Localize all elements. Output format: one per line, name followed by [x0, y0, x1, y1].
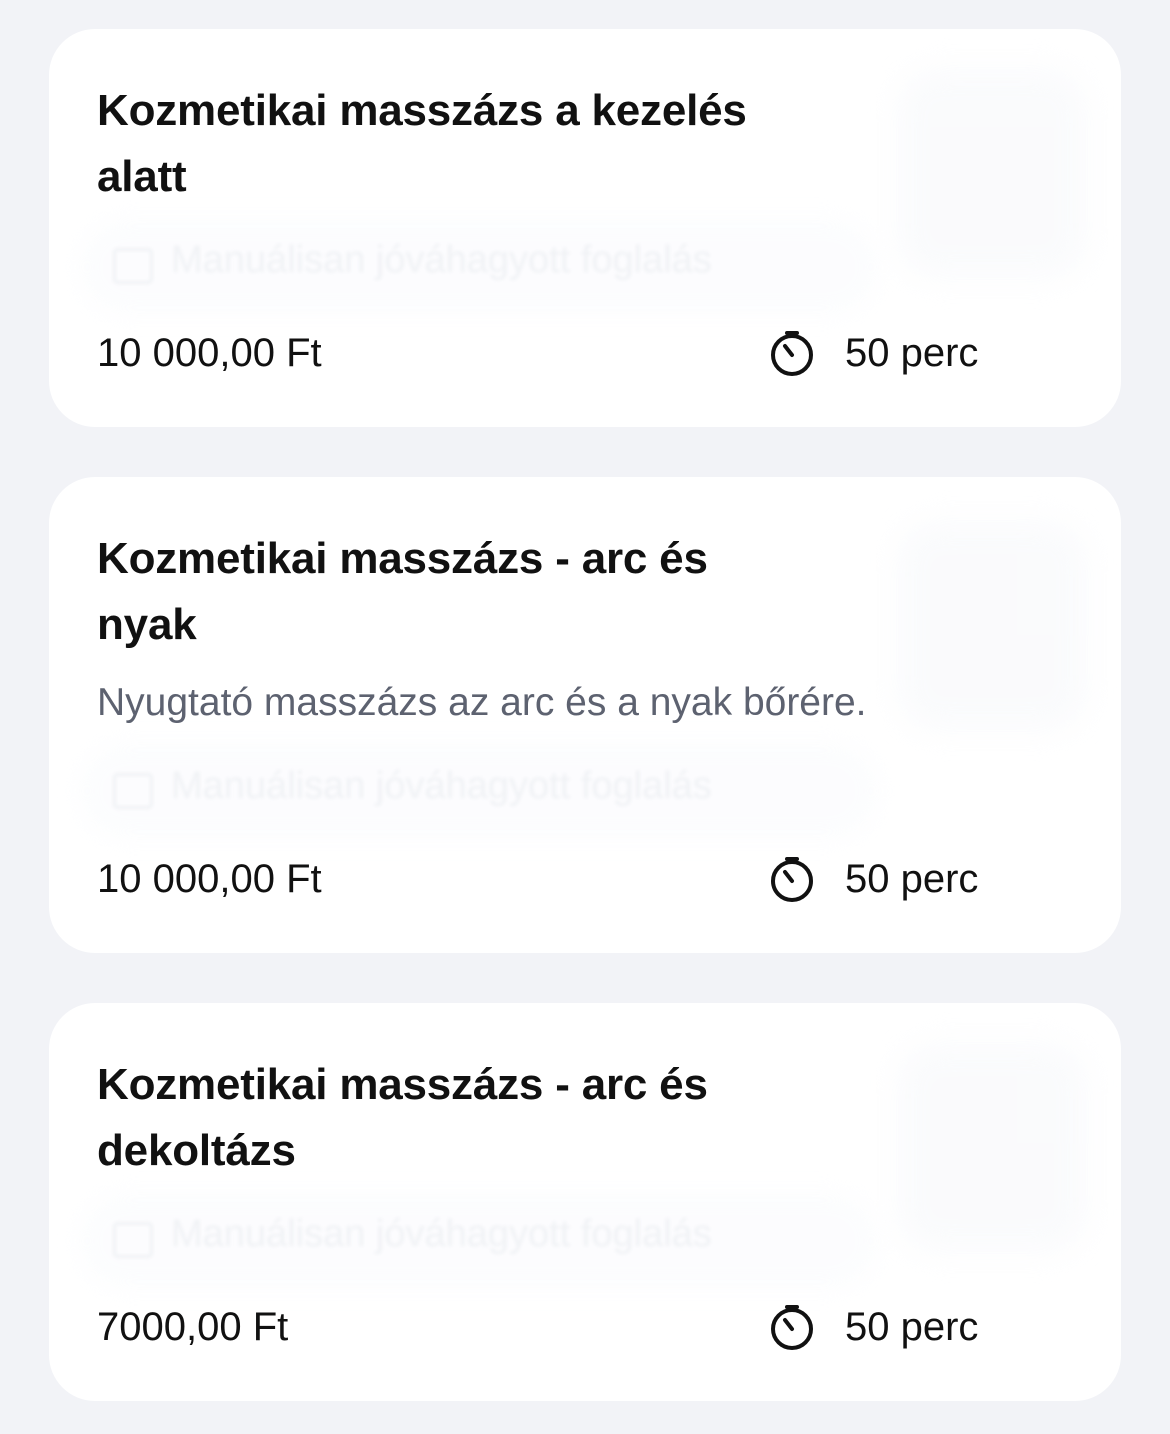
- service-description: Nyugtató masszázs az arc és a nyak bőrér…: [97, 681, 867, 724]
- service-price: 7000,00 Ft: [97, 1305, 289, 1349]
- service-duration: 50 perc: [767, 328, 978, 378]
- calendar-icon: [113, 1222, 153, 1258]
- service-title: Kozmetikai masszázs - arc és nyak: [97, 534, 708, 649]
- booking-badge-label: Manuálisan jóváhagyott foglalás: [171, 1213, 712, 1255]
- service-card[interactable]: Manuálisan jóváhagyott foglalás Kozmetik…: [49, 29, 1121, 427]
- service-image-placeholder: [897, 521, 1087, 731]
- service-card[interactable]: Manuálisan jóváhagyott foglalás Kozmetik…: [49, 1003, 1121, 1401]
- service-price: 10 000,00 Ft: [97, 857, 322, 901]
- service-title: Kozmetikai masszázs - arc és dekoltázs: [97, 1060, 708, 1175]
- calendar-icon: [113, 773, 153, 809]
- service-image-placeholder: [897, 69, 1087, 279]
- service-image-placeholder: [897, 1043, 1087, 1253]
- timer-icon: [771, 331, 813, 376]
- booking-badge-label: Manuálisan jóváhagyott foglalás: [171, 765, 712, 807]
- timer-icon: [771, 857, 813, 902]
- timer-icon: [771, 1305, 813, 1350]
- duration-label: 50 perc: [845, 1305, 979, 1349]
- calendar-icon: [113, 248, 153, 284]
- service-title: Kozmetikai masszázs a kezelés alatt: [97, 86, 747, 201]
- service-card[interactable]: Manuálisan jóváhagyott foglalás Kozmetik…: [49, 477, 1121, 953]
- service-price: 10 000,00 Ft: [97, 331, 322, 375]
- duration-label: 50 perc: [845, 857, 979, 901]
- service-duration: 50 perc: [767, 854, 978, 904]
- duration-label: 50 perc: [845, 331, 979, 375]
- service-duration: 50 perc: [767, 1302, 978, 1352]
- service-list: Manuálisan jóváhagyott foglalás Kozmetik…: [0, 0, 1170, 1434]
- booking-badge-label: Manuálisan jóváhagyott foglalás: [171, 239, 712, 281]
